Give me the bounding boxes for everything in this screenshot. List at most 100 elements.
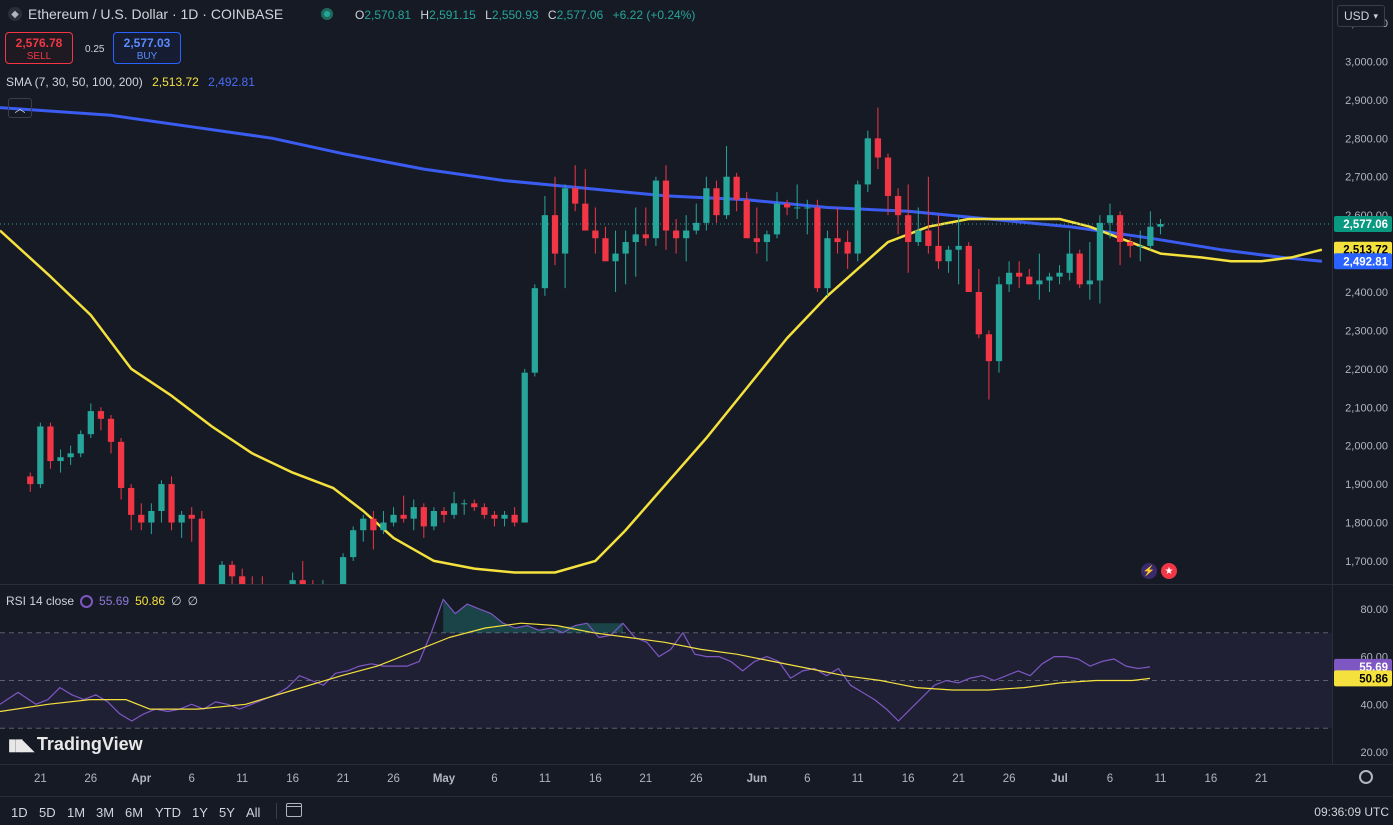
candle-body <box>511 514 518 523</box>
chart-canvas[interactable]: 1,700.00 1,800.00 1,900.00 2,000.00 2,100.00… <box>0 0 1393 796</box>
time-tick-label: 6 <box>1107 773 1113 785</box>
buy-button[interactable]: 2,577.03 BUY <box>113 32 181 64</box>
candle <box>77 430 84 458</box>
candle-body <box>905 215 912 243</box>
calendar-icon[interactable] <box>286 803 302 817</box>
lightning-event-icon[interactable]: ⚡ <box>1141 563 1157 579</box>
candle-body <box>582 203 589 231</box>
sma-fast-value: 2,513.72 <box>152 75 199 89</box>
range-1y-button[interactable]: 1Y <box>192 805 208 820</box>
currency-button[interactable]: USD ▾ <box>1337 5 1385 27</box>
range-6m-button[interactable]: 6M <box>125 805 143 820</box>
range-ytd-button[interactable]: YTD <box>155 805 181 820</box>
candle-body <box>87 411 94 435</box>
candle <box>814 199 821 292</box>
close-value: 2,577.06 <box>556 8 604 22</box>
candle-body <box>975 292 982 335</box>
last-price-badge-text: 2,577.06 <box>1343 219 1388 231</box>
candle-body <box>531 288 538 373</box>
rsi-legend[interactable]: RSI 14 close 55.69 50.86 ∅ ∅ <box>6 594 198 608</box>
rsi-ma-badge: 50.86 <box>1334 670 1392 687</box>
candle-body <box>420 507 427 527</box>
candle-body <box>450 503 458 515</box>
candle-body <box>400 514 407 519</box>
candle-body <box>1086 280 1093 285</box>
time-tick-label: 26 <box>84 773 97 785</box>
candle-body <box>77 434 84 454</box>
candle-body <box>733 176 740 200</box>
candle-body <box>1147 226 1154 246</box>
price-tick-label: 2,800.00 <box>1345 133 1388 145</box>
candle-body <box>683 230 690 239</box>
candle-body <box>602 238 609 262</box>
time-tick-label: 16 <box>286 773 299 785</box>
price-tick-label: 2,300.00 <box>1345 325 1388 337</box>
candle <box>350 526 357 561</box>
time-tick-label: 21 <box>952 773 965 785</box>
buy-price: 2,577.03 <box>123 36 171 50</box>
candle <box>1076 249 1083 289</box>
time-tick-label: 16 <box>902 773 915 785</box>
time-tick-label: 21 <box>1255 773 1268 785</box>
chevron-up-icon: ︿ <box>14 103 26 115</box>
candle-body <box>945 249 952 262</box>
utc-clock[interactable]: 09:36:09 UTC <box>1314 805 1389 819</box>
spread-value: 0.25 <box>85 44 105 55</box>
candle <box>995 276 1003 373</box>
sma-slow-badge: 2,492.81 <box>1334 253 1392 270</box>
price-tick-label: 3,000.00 <box>1345 56 1388 68</box>
range-1d-button[interactable]: 1D <box>11 805 28 820</box>
price-tick-label: 1,700.00 <box>1345 556 1388 568</box>
candle-body <box>693 222 700 231</box>
sma-legend[interactable]: SMA (7, 30, 50, 100, 200) 2,513.72 2,492… <box>6 75 255 89</box>
collapse-indicators-button[interactable]: ︿ <box>8 98 32 118</box>
market-status-icon[interactable] <box>321 8 333 20</box>
toolbar-divider <box>276 803 277 819</box>
candle-body <box>178 514 185 523</box>
us-flag-event-icon[interactable]: ★ <box>1161 563 1177 579</box>
candle-body <box>834 238 841 243</box>
candle-body <box>925 230 932 246</box>
price-tick-label: 2,100.00 <box>1345 402 1388 414</box>
candle-body <box>47 426 54 462</box>
range-all-button[interactable]: All <box>246 805 260 820</box>
candle-body <box>97 411 105 419</box>
candle-body <box>1036 280 1043 285</box>
candle-body <box>955 245 962 250</box>
tradingview-mark-icon: ▮▮◣ <box>8 736 34 754</box>
candle-body <box>824 238 831 289</box>
range-5y-button[interactable]: 5Y <box>219 805 235 820</box>
gear-icon[interactable] <box>1359 770 1373 784</box>
candle-body <box>360 518 367 531</box>
rsi-tick-label: 40.00 <box>1360 699 1388 711</box>
candle-body <box>1066 253 1073 273</box>
candle-body <box>995 284 1003 362</box>
candle-body <box>864 138 871 185</box>
candle-body <box>763 234 771 243</box>
sell-button[interactable]: 2,576.78 SELL <box>5 32 73 64</box>
range-5d-button[interactable]: 5D <box>39 805 56 820</box>
time-tick-label: 26 <box>1003 773 1016 785</box>
candle-body <box>703 188 710 223</box>
candle-body <box>350 530 357 558</box>
low-value: 2,550.93 <box>491 8 539 22</box>
time-tick-label: 21 <box>34 773 47 785</box>
time-tick-label: Apr <box>131 773 151 785</box>
price-tick-label: 2,000.00 <box>1345 441 1388 453</box>
rsi-tick-label: 80.00 <box>1360 604 1388 616</box>
candle-body <box>1056 272 1063 277</box>
symbol-title[interactable]: ◆ Ethereum / U.S. Dollar · 1D · COINBASE <box>8 6 283 22</box>
candle-body <box>985 334 993 362</box>
candle-body <box>128 487 135 515</box>
candle-body <box>814 207 821 289</box>
candle-body <box>117 441 125 488</box>
rsi-legend-label: RSI 14 close <box>6 594 75 608</box>
candle-body <box>440 511 448 515</box>
range-3m-button[interactable]: 3M <box>96 805 114 820</box>
candle-body <box>521 372 528 523</box>
time-tick-label: 21 <box>639 773 652 785</box>
time-tick-label: 11 <box>236 773 248 785</box>
range-1m-button[interactable]: 1M <box>67 805 85 820</box>
candle-body <box>1157 223 1164 227</box>
candle-body <box>380 522 387 531</box>
